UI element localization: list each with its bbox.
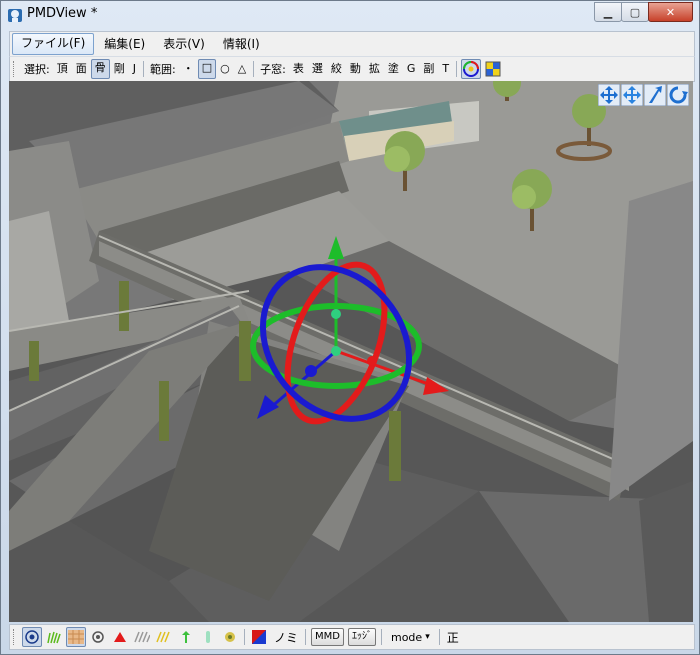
gear-icon — [225, 632, 235, 642]
color-square-button[interactable] — [249, 627, 269, 647]
green-arrow-icon — [182, 631, 190, 643]
yellow-hatch-icon — [156, 631, 170, 643]
toolbar-separator — [438, 629, 440, 645]
grass-button[interactable] — [44, 627, 64, 647]
window-title: PMDView * — [27, 6, 98, 21]
scene-render — [9, 81, 693, 622]
color-square-icon — [252, 630, 266, 644]
child-paint-button[interactable]: 塗 — [384, 60, 403, 78]
target-icon — [25, 630, 39, 644]
close-icon: ✕ — [665, 5, 676, 19]
range-circle-button[interactable]: ○ — [216, 60, 234, 78]
select-vertex-button[interactable]: 頂 — [53, 60, 72, 78]
mode-label: mode — [390, 630, 423, 644]
hatch-icon — [134, 631, 150, 643]
texture-button[interactable] — [66, 627, 86, 647]
menu-file[interactable]: ファイル(F) — [12, 33, 95, 55]
move-view-icon[interactable] — [598, 84, 620, 106]
toolbar-separator — [380, 629, 382, 645]
rotate-view-icon[interactable] — [667, 84, 689, 106]
sei-button[interactable]: 正 — [443, 629, 463, 646]
pale-bar-button[interactable] — [198, 627, 218, 647]
viewport-controls — [597, 84, 689, 106]
menu-edit[interactable]: 編集(E) — [96, 34, 153, 54]
child-select-button[interactable]: 選 — [308, 60, 327, 78]
bottom-toolbar: ノミ MMD ｴｯｼﾞ mode ▾ 正 — [9, 624, 695, 650]
range-rect-button[interactable]: □ — [197, 59, 217, 79]
toolbar-separator — [456, 61, 458, 77]
minimize-button[interactable]: ▁ — [594, 2, 622, 22]
select-label: 選択: — [24, 63, 50, 76]
mmd-button[interactable]: MMD — [311, 628, 344, 646]
grid-color-button[interactable] — [483, 59, 503, 79]
mode-dropdown[interactable]: mode ▾ — [385, 631, 436, 644]
child-scale-button[interactable]: 拡 — [365, 60, 384, 78]
pale-bar-icon — [206, 631, 210, 643]
green-arrow-button[interactable] — [176, 627, 196, 647]
hatch-button[interactable] — [132, 627, 152, 647]
texture-icon — [68, 630, 84, 644]
child-filter-button[interactable]: 絞 — [327, 60, 346, 78]
child-window-label: 子窓: — [260, 63, 286, 76]
select-rigid-button[interactable]: 剛 — [110, 60, 129, 78]
select-face-button[interactable]: 面 — [72, 60, 91, 78]
child-g-button[interactable]: G — [403, 60, 420, 78]
minimize-icon: ▁ — [603, 5, 613, 19]
grass-icon — [47, 631, 61, 644]
nomi-label[interactable]: ノミ — [270, 629, 302, 646]
app-window: PMDView * ▁ ▢ ✕ ファイル(F) 編集(E) 表示(V) 情報(I… — [0, 0, 700, 655]
child-sub-button[interactable]: 副 — [419, 60, 438, 78]
toolbar-grip[interactable] — [13, 61, 18, 77]
maximize-icon: ▢ — [629, 5, 641, 19]
toolbar-separator — [305, 629, 307, 645]
view-target-button[interactable] — [22, 627, 42, 647]
select-bone-button[interactable]: 骨 — [90, 59, 110, 79]
circle-icon — [92, 631, 104, 643]
close-button[interactable]: ✕ — [648, 2, 693, 22]
child-table-button[interactable]: 表 — [289, 60, 308, 78]
3d-viewport[interactable] — [9, 81, 693, 622]
maximize-button[interactable]: ▢ — [621, 2, 649, 22]
toolbar-separator — [253, 61, 255, 77]
menu-bar: ファイル(F) 編集(E) 表示(V) 情報(I) — [9, 31, 695, 56]
rotate-icon[interactable] — [644, 84, 666, 106]
menu-view[interactable]: 表示(V) — [155, 34, 213, 54]
color-wheel-icon — [463, 61, 480, 77]
menu-info[interactable]: 情報(I) — [215, 34, 268, 54]
select-joint-button[interactable]: J — [129, 60, 140, 78]
range-label: 範囲: — [149, 63, 176, 76]
grid-color-icon — [485, 61, 501, 77]
child-move-button[interactable]: 動 — [346, 60, 365, 78]
circle-button[interactable] — [88, 627, 108, 647]
gear-button[interactable] — [220, 627, 240, 647]
triangle-button[interactable] — [110, 627, 130, 647]
range-point-button[interactable]: ・ — [179, 60, 198, 78]
range-triangle-button[interactable]: △ — [234, 60, 250, 78]
triangle-icon — [114, 632, 126, 642]
move-icon[interactable] — [621, 84, 643, 106]
chevron-down-icon: ▾ — [425, 632, 430, 642]
toolbar-separator — [142, 61, 144, 77]
toolbar-separator — [244, 629, 245, 645]
child-t-button[interactable]: T — [438, 60, 453, 78]
yellow-hatch-button[interactable] — [154, 627, 174, 647]
title-bar: PMDView * ▁ ▢ ✕ — [1, 1, 699, 29]
edge-button[interactable]: ｴｯｼﾞ — [347, 628, 376, 646]
color-wheel-button[interactable] — [461, 59, 482, 79]
main-toolbar: 選択: 頂 面 骨 剛 J 範囲: ・ □ ○ △ 子窓: 表 選 絞 動 拡 … — [9, 56, 695, 82]
app-icon — [8, 9, 22, 22]
toolbar-grip[interactable] — [13, 629, 18, 645]
